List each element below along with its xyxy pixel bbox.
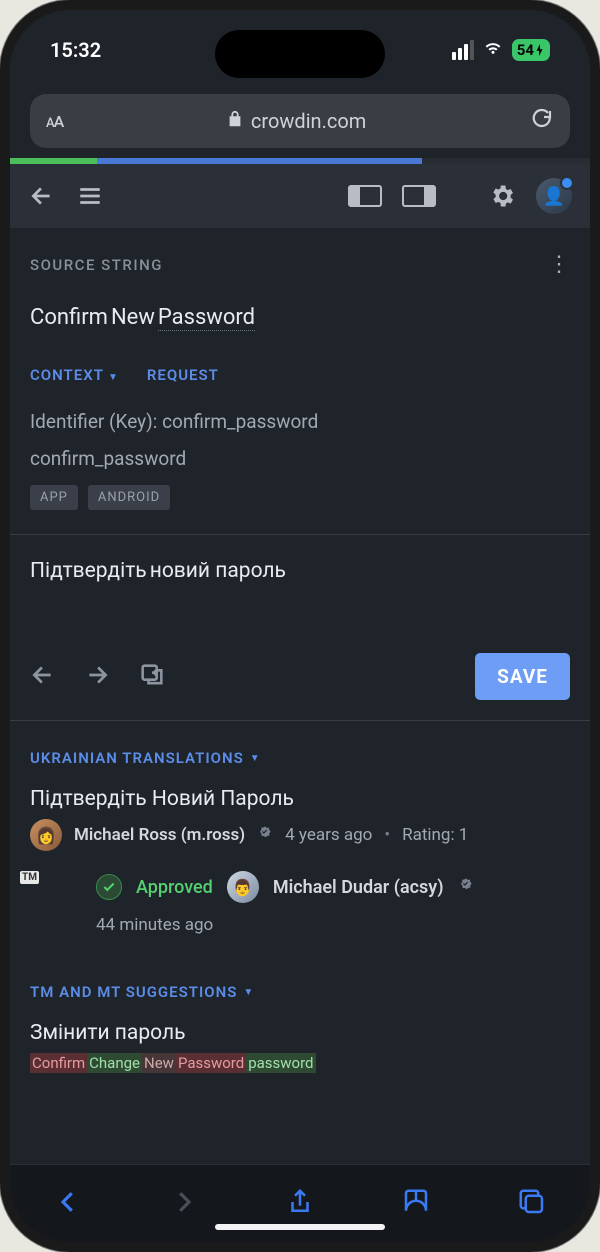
suggestion-diff: ConfirmChange New Passwordpassword	[10, 1049, 590, 1077]
verified-icon	[257, 825, 273, 846]
tag-app: APP	[30, 485, 78, 510]
device-notch	[215, 30, 385, 78]
approver-name: Michael Dudar (acsy)	[273, 877, 444, 898]
reload-button[interactable]	[530, 107, 554, 135]
verified-icon	[458, 877, 474, 898]
bookmarks-button[interactable]	[401, 1187, 431, 1221]
translation-item[interactable]: Підтвердіть Новий Пароль 👩 TM Michael Ro…	[10, 783, 590, 855]
more-options-button[interactable]: ⋮	[548, 252, 570, 277]
approver-avatar: 👨	[227, 871, 259, 903]
wifi-icon	[482, 37, 504, 64]
source-string-heading: SOURCE STRING	[30, 256, 163, 274]
approved-icon	[96, 874, 122, 900]
save-button[interactable]: SAVE	[475, 653, 570, 700]
settings-button[interactable]	[488, 182, 516, 210]
browser-back-button[interactable]	[53, 1187, 83, 1221]
translation-rating: Rating: 1	[402, 825, 468, 845]
translation-time: 4 years ago	[285, 825, 372, 845]
source-string-text: ConfirmNewPassword	[10, 287, 590, 330]
approved-label: Approved	[136, 877, 213, 898]
tm-badge: TM	[20, 871, 39, 884]
browser-forward-button[interactable]	[169, 1187, 199, 1221]
tabs-button[interactable]	[517, 1187, 547, 1221]
tag-android: ANDROID	[88, 485, 170, 510]
notification-badge	[560, 176, 574, 190]
author-name: Michael Ross (m.ross)	[74, 825, 245, 845]
request-button[interactable]: REQUEST	[147, 366, 219, 384]
translation-text: Підтвердіть Новий Пароль	[30, 787, 570, 819]
suggestion-text[interactable]: Змінити пароль	[10, 1017, 590, 1049]
home-indicator[interactable]	[215, 1224, 385, 1230]
browser-bottom-toolbar	[10, 1164, 590, 1242]
user-avatar[interactable]: 👤	[536, 178, 572, 214]
menu-button[interactable]	[76, 182, 104, 210]
layout-left-button[interactable]	[348, 185, 382, 207]
share-button[interactable]	[285, 1187, 315, 1221]
lock-icon	[227, 109, 243, 133]
approved-time: 44 minutes ago	[10, 907, 590, 955]
text-size-button[interactable]: AA	[46, 112, 63, 131]
prev-string-button[interactable]	[30, 662, 56, 692]
context-dropdown[interactable]: CONTEXT▼	[30, 366, 119, 384]
cellular-signal-icon	[452, 40, 474, 60]
layout-right-button[interactable]	[402, 185, 436, 207]
status-time: 15:32	[50, 38, 101, 62]
editor-toolbar: 👤	[10, 164, 590, 228]
back-button[interactable]	[28, 182, 56, 210]
context-tags: APP ANDROID	[10, 473, 590, 534]
battery-indicator: 54	[512, 39, 550, 61]
copy-source-button[interactable]	[138, 661, 166, 693]
translations-header[interactable]: UKRAINIAN TRANSLATIONS▼	[10, 721, 590, 783]
url-domain: crowdin.com	[251, 109, 366, 133]
identifier-value: confirm_password	[10, 437, 590, 474]
suggestions-header[interactable]: TM AND MT SUGGESTIONS▼	[10, 955, 590, 1017]
author-avatar: 👩	[30, 819, 62, 851]
identifier-key: Identifier (Key): confirm_password	[10, 400, 590, 437]
next-string-button[interactable]	[84, 662, 110, 692]
browser-url-bar[interactable]: AA crowdin.com	[30, 94, 570, 148]
translation-input[interactable]: Підтвердітьновий пароль	[10, 535, 590, 653]
